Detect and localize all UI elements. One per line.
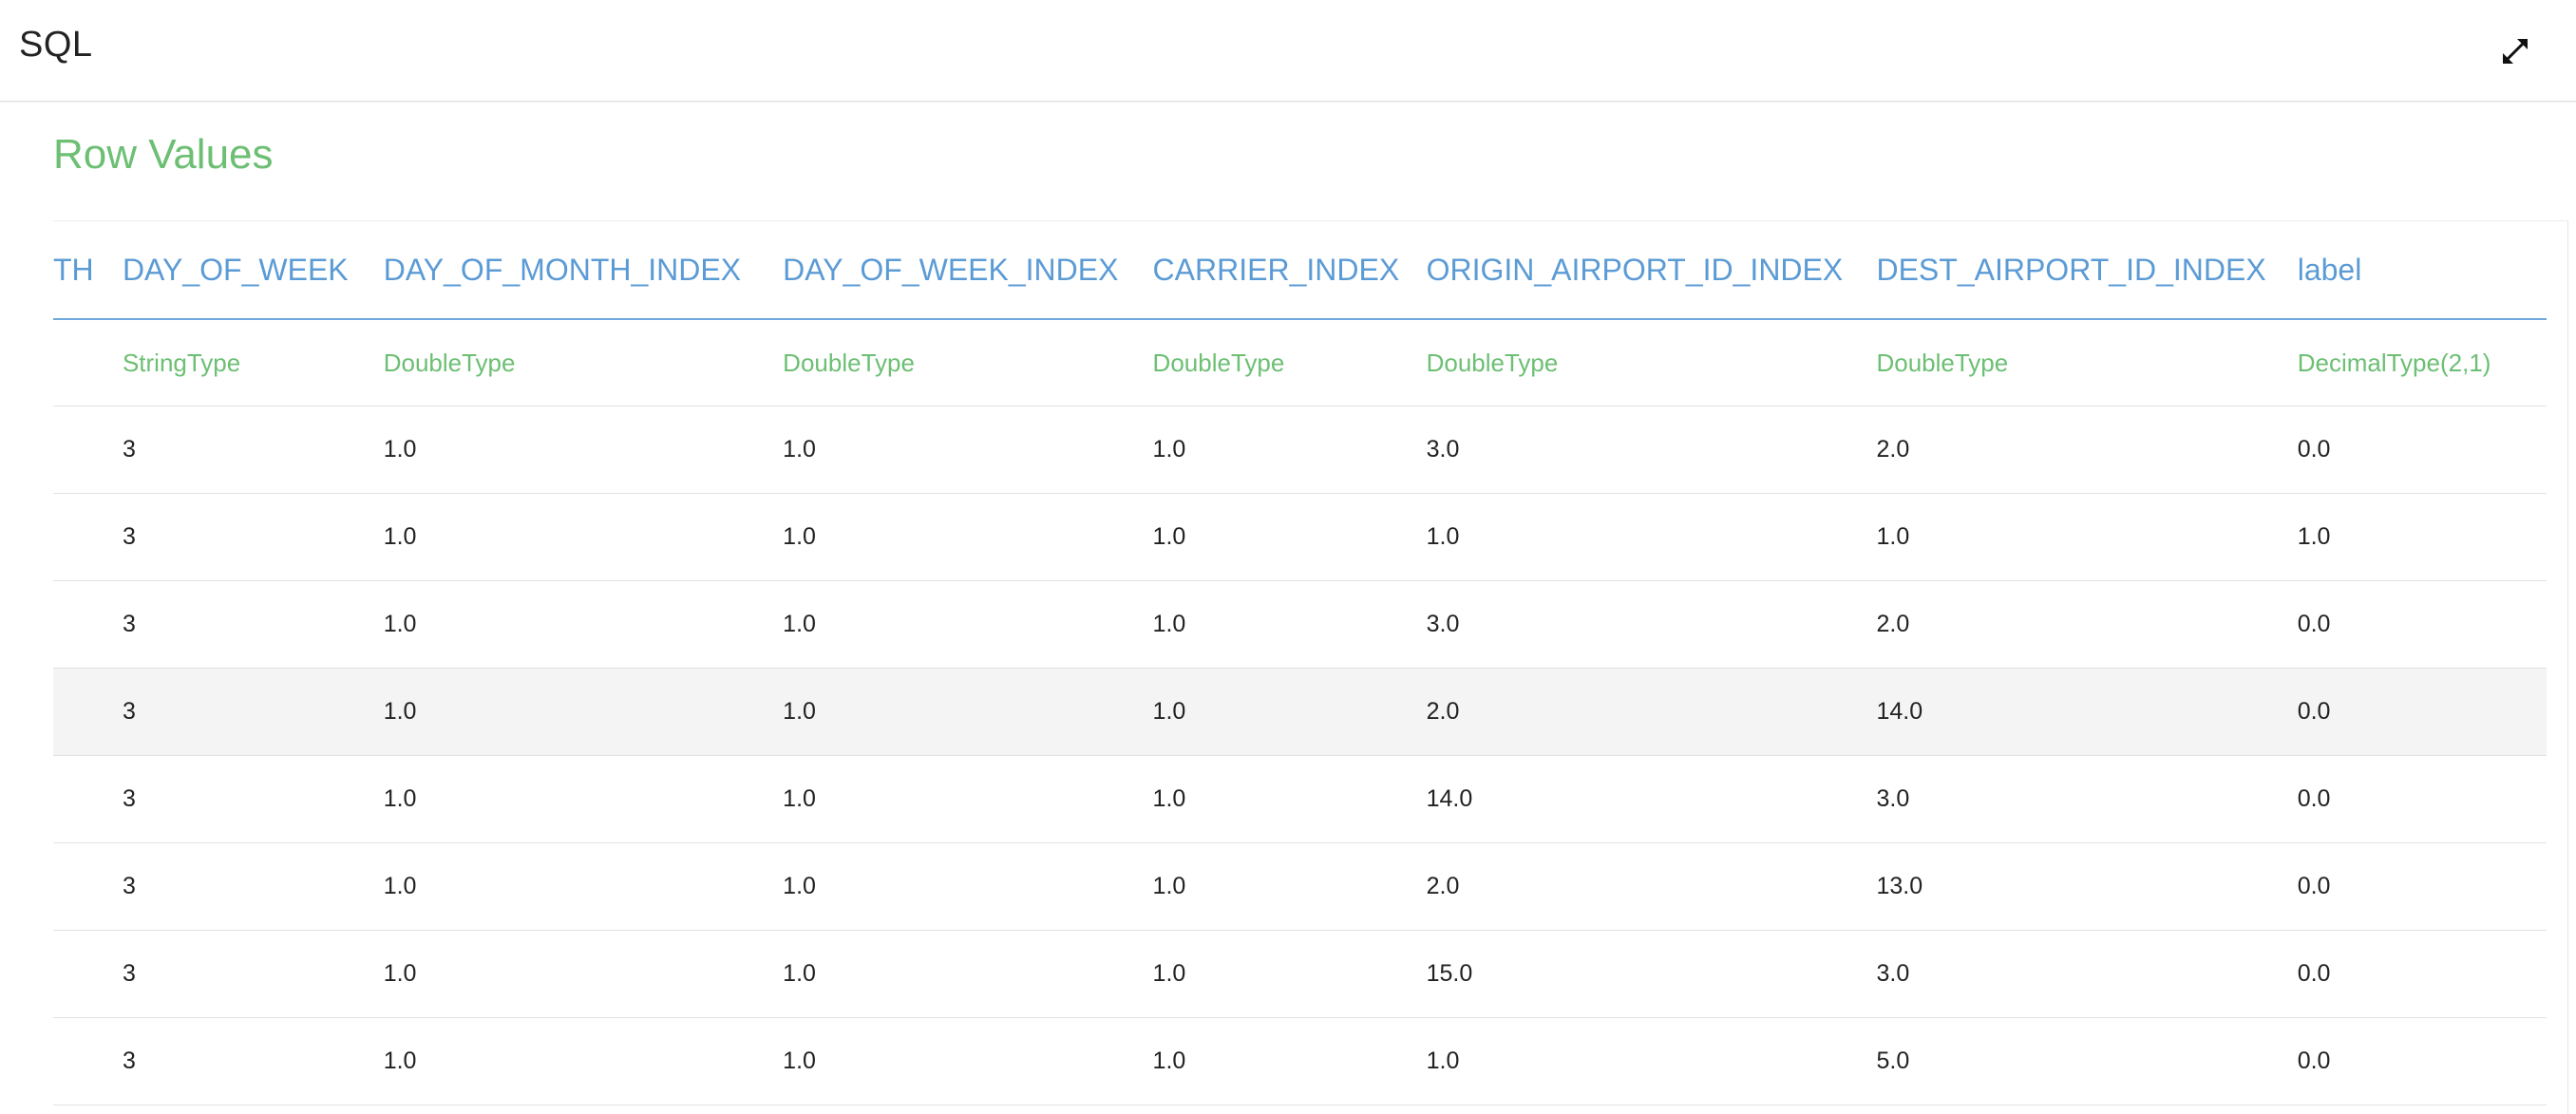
expand-icon[interactable] [2496,32,2534,70]
table-cell: 0.0 [2276,755,2547,843]
table-row[interactable]: 3 1.0 1.0 1.0 1.0 5.0 0.0 [53,1017,2547,1105]
table-cell: 1.0 [762,580,1132,669]
table-cell: 1.0 [1131,668,1406,756]
table-cell: 2.0 [1855,580,2277,669]
column-type-day-of-week: StringType [101,319,363,406]
table-cell: 1.0 [1131,493,1406,581]
window-title: SQL [19,25,93,65]
expand-diagonal-arrows-icon [2503,39,2528,64]
column-header-carrier-index[interactable]: CARRIER_INDEX [1131,221,1406,320]
table-row[interactable]: 3 1.0 1.0 1.0 1.0 1.0 1.0 [53,493,2547,581]
table-cell [53,755,102,843]
table-body: 3 1.0 1.0 1.0 3.0 2.0 0.0 3 1.0 1.0 1.0 1.0 1.0 1.0 3 1… [53,406,2547,1105]
table-cell: 0.0 [2276,406,2547,494]
table-cell: 1.0 [1131,755,1406,843]
table-cell: 0.0 [2276,930,2547,1018]
column-type-row: StringType DoubleType DoubleType DoubleType… [53,319,2547,406]
table-cell: 0.0 [2276,1017,2547,1105]
table-cell: 2.0 [1405,668,1856,756]
table-cell [53,1017,102,1105]
table-cell: 1.0 [1405,493,1856,581]
table-cell: 5.0 [1855,1017,2277,1105]
column-type-dest-airport-id-index: DoubleType [1855,319,2277,406]
table-cell: 1.0 [362,580,763,669]
table-cell: 1.0 [362,930,763,1018]
table-cell: 3 [101,580,363,669]
table-cell: 3 [101,842,363,931]
table-cell: 3 [101,1017,363,1105]
table-cell [53,493,102,581]
table-cell: 1.0 [2276,493,2547,581]
column-type-carrier-index: DoubleType [1131,319,1406,406]
column-header-dest-airport-id-index[interactable]: DEST_AIRPORT_ID_INDEX [1855,221,2277,320]
table-cell: 1.0 [1131,842,1406,931]
column-header-row: TH DAY_OF_WEEK DAY_OF_MONTH_INDEX DAY_OF_WE… [53,221,2547,320]
table-cell [53,580,102,669]
column-type-th [53,319,102,406]
table-cell: 1.0 [1405,1017,1856,1105]
column-type-day-of-week-index: DoubleType [762,319,1132,406]
column-header-origin-airport-id-index[interactable]: ORIGIN_AIRPORT_ID_INDEX [1405,221,1856,320]
table-row[interactable]: 3 1.0 1.0 1.0 2.0 13.0 0.0 [53,842,2547,931]
column-header-day-of-week[interactable]: DAY_OF_WEEK [101,221,363,320]
table-cell: 1.0 [362,406,763,494]
section-title: Row Values [53,131,274,178]
table-cell: 1.0 [762,1017,1132,1105]
table-cell: 1.0 [362,493,763,581]
table-cell: 0.0 [2276,668,2547,756]
table-cell: 1.0 [762,668,1132,756]
table-row[interactable]: 3 1.0 1.0 1.0 15.0 3.0 0.0 [53,930,2547,1018]
column-type-label: DecimalType(2,1) [2276,319,2547,406]
table-cell: 1.0 [362,842,763,931]
table-cell: 3.0 [1855,930,2277,1018]
table-cell: 1.0 [1131,406,1406,494]
table-cell: 2.0 [1405,842,1856,931]
table-cell [53,842,102,931]
table-cell: 2.0 [1855,406,2277,494]
column-type-day-of-month-index: DoubleType [362,319,763,406]
table-cell: 13.0 [1855,842,2277,931]
table-cell: 1.0 [762,406,1132,494]
table-cell: 3 [101,668,363,756]
table-cell: 1.0 [762,755,1132,843]
table-cell: 15.0 [1405,930,1856,1018]
table-cell: 1.0 [1131,930,1406,1018]
table-cell: 14.0 [1405,755,1856,843]
table-cell: 1.0 [762,842,1132,931]
column-type-origin-airport-id-index: DoubleType [1405,319,1856,406]
table-cell: 14.0 [1855,668,2277,756]
table-cell: 1.0 [362,1017,763,1105]
table-cell: 1.0 [362,668,763,756]
table-cell: 1.0 [762,930,1132,1018]
row-values-table: TH DAY_OF_WEEK DAY_OF_MONTH_INDEX DAY_OF_WE… [53,221,2547,1105]
table-cell: 3 [101,406,363,494]
window-header: SQL [0,0,2576,102]
table-row[interactable]: 3 1.0 1.0 1.0 2.0 14.0 0.0 [53,668,2547,756]
table-cell: 3.0 [1405,406,1856,494]
column-header-th[interactable]: TH [53,221,102,320]
table-cell: 3.0 [1405,580,1856,669]
table-cell: 1.0 [362,755,763,843]
table-cell: 1.0 [1855,493,2277,581]
table-cell: 0.0 [2276,842,2547,931]
column-header-day-of-month-index[interactable]: DAY_OF_MONTH_INDEX [362,221,763,320]
table-row[interactable]: 3 1.0 1.0 1.0 14.0 3.0 0.0 [53,755,2547,843]
table-cell: 3 [101,930,363,1018]
table-cell [53,406,102,494]
table-cell: 3.0 [1855,755,2277,843]
table-cell: 1.0 [1131,580,1406,669]
table-cell: 1.0 [1131,1017,1406,1105]
table-cell: 3 [101,755,363,843]
table-row[interactable]: 3 1.0 1.0 1.0 3.0 2.0 0.0 [53,406,2547,494]
table-cell: 3 [101,493,363,581]
table-cell [53,668,102,756]
table-row[interactable]: 3 1.0 1.0 1.0 3.0 2.0 0.0 [53,580,2547,669]
column-header-day-of-week-index[interactable]: DAY_OF_WEEK_INDEX [762,221,1132,320]
table-cell: 0.0 [2276,580,2547,669]
column-header-label[interactable]: label [2276,221,2547,320]
row-values-table-container[interactable]: TH DAY_OF_WEEK DAY_OF_MONTH_INDEX DAY_OF_WE… [53,220,2568,1114]
table-cell: 1.0 [762,493,1132,581]
table-cell [53,930,102,1018]
